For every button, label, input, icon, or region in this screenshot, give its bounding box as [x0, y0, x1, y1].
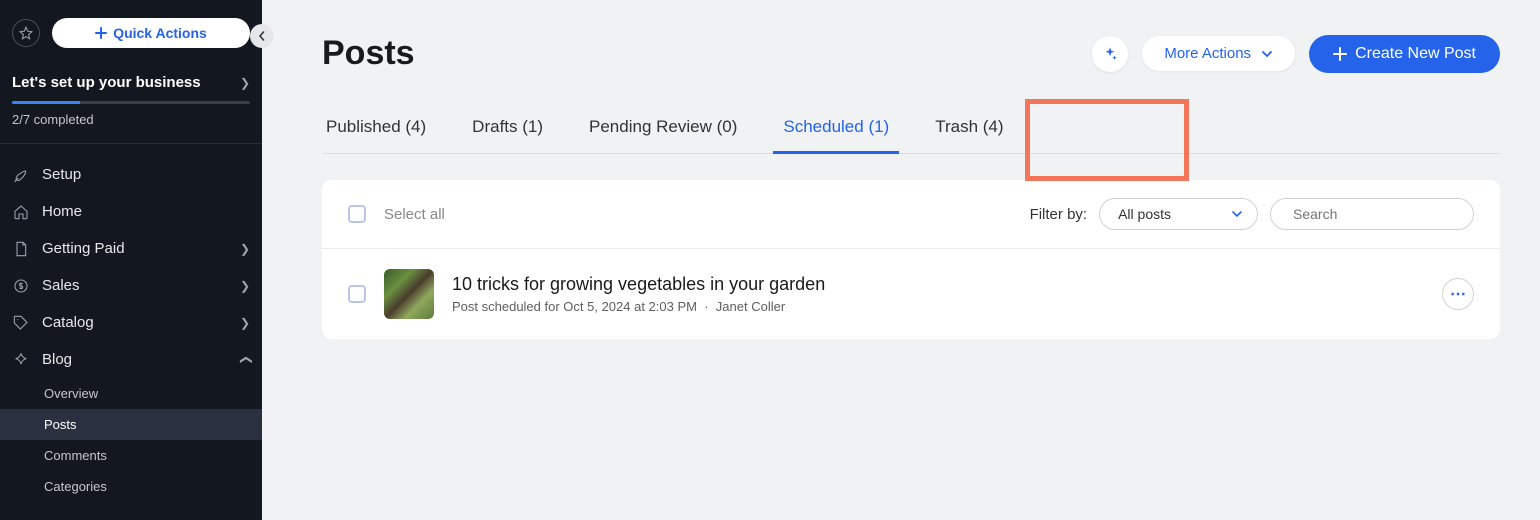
quick-actions-button[interactable]: Quick Actions [52, 18, 250, 48]
rocket-icon [12, 167, 30, 183]
setup-title: Let's set up your business [12, 74, 201, 91]
tab-published[interactable]: Published (4) [322, 109, 430, 153]
tabs: Published (4) Drafts (1) Pending Review … [322, 109, 1500, 154]
page-title: Posts [322, 34, 415, 73]
submenu-categories[interactable]: Categories [0, 471, 262, 502]
post-checkbox[interactable] [348, 285, 366, 303]
dollar-icon [12, 278, 30, 294]
progress-text: 2/7 completed [12, 112, 250, 127]
tag-icon [12, 315, 30, 331]
pen-icon [12, 352, 30, 368]
submenu-posts[interactable]: Posts [0, 409, 262, 440]
chevron-down-icon [1261, 48, 1273, 60]
quick-actions-label: Quick Actions [113, 25, 207, 41]
filter-value: All posts [1118, 206, 1171, 222]
create-new-post-button[interactable]: Create New Post [1309, 35, 1500, 73]
filter-by-label: Filter by: [1030, 206, 1088, 223]
chevron-down-icon [1231, 208, 1243, 220]
sidebar-item-catalog[interactable]: Catalog ❯ [0, 304, 262, 341]
dots-icon: ⋯ [1450, 284, 1466, 304]
select-all-label: Select all [384, 206, 445, 223]
filter-dropdown[interactable]: All posts [1099, 198, 1258, 230]
tab-pending-review[interactable]: Pending Review (0) [585, 109, 741, 153]
post-thumbnail [384, 269, 434, 319]
nav-menu: Setup Home Getting Paid ❯ Sales ❯ Catalo… [0, 144, 262, 502]
setup-progress-section[interactable]: Let's set up your business ❯ 2/7 complet… [0, 60, 262, 144]
chevron-right-icon: ❯ [240, 279, 250, 293]
search-input[interactable] [1293, 206, 1474, 222]
tab-drafts[interactable]: Drafts (1) [468, 109, 547, 153]
plus-icon [1333, 47, 1347, 61]
progress-bar [12, 101, 250, 104]
search-box[interactable] [1270, 198, 1474, 230]
favorites-button[interactable] [12, 19, 40, 47]
more-actions-label: More Actions [1164, 45, 1251, 62]
select-all-checkbox[interactable] [348, 205, 366, 223]
main-content: Posts More Actions Create New Post Publi… [262, 0, 1540, 520]
sidebar-item-home[interactable]: Home [0, 193, 262, 230]
chevron-right-icon: ❯ [240, 316, 250, 330]
submenu-overview[interactable]: Overview [0, 378, 262, 409]
post-meta: Post scheduled for Oct 5, 2024 at 2:03 P… [452, 299, 1442, 314]
home-icon [12, 204, 30, 220]
tab-trash[interactable]: Trash (4) [931, 109, 1007, 153]
plus-icon [95, 27, 107, 39]
post-title: 10 tricks for growing vegetables in your… [452, 274, 1442, 295]
chevron-right-icon: ❯ [240, 242, 250, 256]
chevron-right-icon: ❯ [240, 76, 250, 90]
create-label: Create New Post [1355, 45, 1476, 63]
post-row[interactable]: 10 tricks for growing vegetables in your… [322, 249, 1500, 339]
sidebar-item-setup[interactable]: Setup [0, 156, 262, 193]
sparkle-icon [1101, 45, 1119, 63]
document-icon [12, 241, 30, 257]
tab-scheduled[interactable]: Scheduled (1) [779, 109, 893, 153]
more-actions-button[interactable]: More Actions [1142, 36, 1295, 71]
blog-submenu: Overview Posts Comments Categories [0, 378, 262, 502]
submenu-comments[interactable]: Comments [0, 440, 262, 471]
chevron-up-icon: ❯ [238, 354, 252, 364]
sidebar-item-sales[interactable]: Sales ❯ [0, 267, 262, 304]
post-more-button[interactable]: ⋯ [1442, 278, 1474, 310]
sidebar: Quick Actions Let's set up your business… [0, 0, 262, 520]
sidebar-item-blog[interactable]: Blog ❯ [0, 341, 262, 378]
posts-card: Select all Filter by: All posts 10 trick… [322, 180, 1500, 339]
ai-sparkle-button[interactable] [1092, 36, 1128, 72]
sidebar-collapse-button[interactable] [250, 24, 274, 48]
sidebar-item-getting-paid[interactable]: Getting Paid ❯ [0, 230, 262, 267]
